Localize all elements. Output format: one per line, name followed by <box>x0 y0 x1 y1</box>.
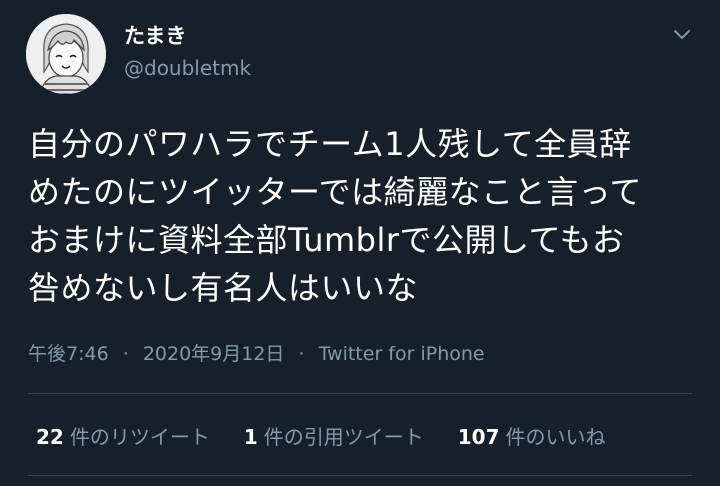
tweet-text-line: めたのにツイッターでは綺麗なこと言って <box>28 173 642 211</box>
likes-label: 件のいいね <box>505 425 606 449</box>
display-name[interactable]: たまき <box>124 22 251 50</box>
tweet-date[interactable]: 2020年9月12日 <box>143 343 285 365</box>
user-handle[interactable]: @doubletmk <box>124 54 251 82</box>
likes-stat[interactable]: 107 件のいいね <box>458 421 606 450</box>
likes-count: 107 <box>457 425 500 449</box>
separator: · <box>298 343 305 365</box>
retweets-count: 22 <box>36 425 64 449</box>
tweet-text: 自分のパワハラでチーム1人残して全員辞 めたのにツイッターでは綺麗なこと言って … <box>28 120 698 312</box>
tweet-time[interactable]: 午後7:46 <box>28 343 109 365</box>
tweet-text-line: 自分のパワハラでチーム1人残して全員辞 <box>28 125 632 163</box>
quote-tweets-label: 件の引用ツイート <box>263 425 424 449</box>
tweet-text-line: 咎めないし有名人はいいな <box>28 269 419 307</box>
tweet-metadata: 午後7:46 · 2020年9月12日 · Twitter for iPhone <box>28 339 485 366</box>
chevron-down-icon <box>674 30 690 39</box>
tweet-text-line: おまけに資料全部Tumblrで公開してもお <box>28 221 625 259</box>
quote-tweets-count: 1 <box>243 425 258 449</box>
tweet-menu-button[interactable] <box>670 22 694 46</box>
user-avatar-icon <box>26 14 106 94</box>
tweet-detail: たまき @doubletmk 自分のパワハラでチーム1人残して全員辞 めたのにツ… <box>0 0 720 486</box>
tweet-source[interactable]: Twitter for iPhone <box>319 343 485 365</box>
engagement-stats: 22 件のリツイート 1 件の引用ツイート 107 件のいいね <box>36 421 606 450</box>
divider <box>28 393 692 394</box>
divider <box>28 475 692 476</box>
retweets-stat[interactable]: 22 件のリツイート <box>36 421 210 450</box>
quote-tweets-stat[interactable]: 1 件の引用ツイート <box>244 421 424 450</box>
separator: · <box>122 343 129 365</box>
retweets-label: 件のリツイート <box>69 425 210 449</box>
user-info: たまき @doubletmk <box>124 22 251 82</box>
avatar[interactable] <box>26 14 106 94</box>
